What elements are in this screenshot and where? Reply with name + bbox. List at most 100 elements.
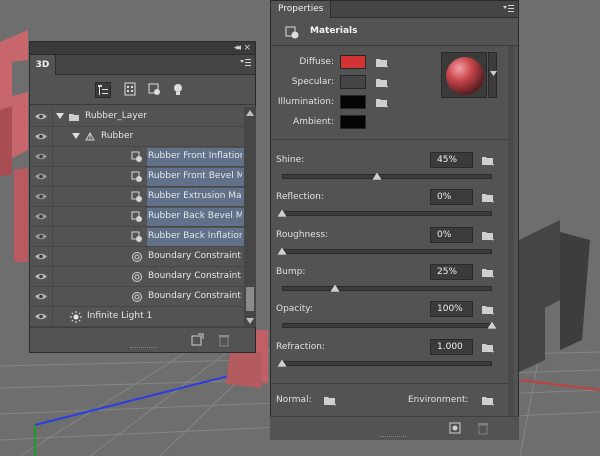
- scroll-up-icon[interactable]: [246, 109, 254, 117]
- slider-thumb[interactable]: [487, 321, 497, 329]
- collapse-panel-button[interactable]: ◂◂: [234, 42, 241, 55]
- property-slider-track[interactable]: [282, 211, 492, 216]
- material-color-swatch[interactable]: [340, 55, 366, 69]
- property-value-field[interactable]: 25%: [430, 264, 473, 280]
- scene-tree-scrollbar[interactable]: [244, 107, 256, 327]
- slider-thumb[interactable]: [329, 284, 340, 292]
- tree-row[interactable]: Rubber: [30, 127, 244, 147]
- tree-row[interactable]: Infinite Light 1: [30, 307, 244, 327]
- visibility-eye-icon[interactable]: [34, 152, 48, 161]
- texture-folder-icon[interactable]: [481, 342, 495, 353]
- tree-row[interactable]: Boundary Constraint 1...: [30, 247, 244, 267]
- folder-icon: [68, 111, 80, 123]
- slider-thumb[interactable]: [277, 209, 287, 217]
- visibility-eye-icon[interactable]: [34, 132, 48, 141]
- tree-row-label: Rubber Front Bevel Ma...: [148, 171, 242, 181]
- properties-tabbar: Properties: [271, 1, 518, 18]
- tree-row[interactable]: Boundary Constraint 2...: [30, 267, 244, 287]
- material-color-swatch[interactable]: [340, 115, 366, 129]
- visibility-eye-icon[interactable]: [34, 212, 48, 221]
- expand-triangle-icon[interactable]: [72, 133, 80, 140]
- expand-triangle-icon[interactable]: [56, 113, 64, 120]
- trash-icon[interactable]: [476, 421, 490, 438]
- material-sphere-icon: [446, 57, 484, 95]
- scroll-down-icon[interactable]: [246, 317, 254, 325]
- panel-resize-grip[interactable]: [380, 436, 406, 439]
- slider-thumb[interactable]: [371, 172, 382, 180]
- property-slider-track[interactable]: [282, 286, 492, 291]
- texture-folder-icon[interactable]: [375, 57, 389, 68]
- light-icon: [70, 311, 82, 323]
- tab-properties[interactable]: Properties: [271, 1, 332, 18]
- visibility-eye-icon[interactable]: [34, 252, 48, 261]
- property-label: Opacity:: [276, 304, 313, 314]
- filter-materials-icon[interactable]: [147, 82, 163, 98]
- property-value-field[interactable]: 100%: [430, 301, 473, 317]
- texture-folder-icon[interactable]: [375, 97, 389, 108]
- material-color-swatch[interactable]: [340, 75, 366, 89]
- visibility-eye-icon[interactable]: [34, 292, 48, 301]
- normal-map-folder-icon[interactable]: [323, 395, 337, 406]
- property-slider-track[interactable]: [282, 174, 492, 179]
- texture-folder-icon[interactable]: [481, 230, 495, 241]
- texture-folder-icon[interactable]: [375, 77, 389, 88]
- tree-row[interactable]: Rubber Back Bevel Mat...: [30, 207, 244, 227]
- panel-3d-titlebar: ◂◂ ×: [30, 42, 255, 55]
- new-object-icon[interactable]: [190, 333, 204, 347]
- texture-folder-icon[interactable]: [481, 304, 495, 315]
- material-color-swatch[interactable]: [340, 95, 366, 109]
- property-slider-track[interactable]: [282, 249, 492, 254]
- row-gutter: [52, 107, 53, 127]
- filter-lights-icon[interactable]: [171, 82, 187, 98]
- property-label: Roughness:: [276, 230, 329, 240]
- material-picker-dropdown[interactable]: [488, 52, 497, 98]
- property-slider-track[interactable]: [282, 323, 492, 328]
- visibility-eye-icon[interactable]: [34, 272, 48, 281]
- slider-thumb[interactable]: [277, 247, 287, 255]
- row-gutter: [52, 307, 53, 327]
- material-preview[interactable]: [441, 52, 487, 98]
- property-value-field[interactable]: 1.000: [430, 339, 473, 355]
- filter-whole-scene-icon[interactable]: [95, 82, 111, 98]
- visibility-eye-icon[interactable]: [34, 232, 48, 241]
- tree-row-label: Rubber: [101, 131, 134, 141]
- tree-row[interactable]: Rubber Extrusion Mate...: [30, 187, 244, 207]
- property-value-field[interactable]: 0%: [430, 227, 473, 243]
- visibility-eye-icon[interactable]: [34, 192, 48, 201]
- bump-texture-icon[interactable]: [481, 267, 495, 278]
- constraint-icon: [131, 251, 143, 263]
- property-value-field[interactable]: 45%: [430, 152, 473, 168]
- tree-row[interactable]: Rubber Front Bevel Ma...: [30, 167, 244, 187]
- row-gutter: [52, 147, 53, 167]
- materials-header: Materials: [271, 18, 518, 46]
- trash-icon[interactable]: [217, 333, 231, 347]
- new-material-icon[interactable]: [448, 421, 462, 438]
- filter-meshes-icon[interactable]: [123, 82, 139, 98]
- property-slider-track[interactable]: [282, 361, 492, 366]
- panel-menu-icon[interactable]: [239, 58, 251, 68]
- scrollbar-thumb[interactable]: [246, 287, 254, 311]
- visibility-eye-icon[interactable]: [34, 172, 48, 181]
- environment-folder-icon[interactable]: [481, 395, 495, 406]
- property-label: Bump:: [276, 267, 306, 277]
- row-gutter: [52, 247, 53, 267]
- row-gutter: [52, 287, 53, 307]
- environment-label: Environment:: [408, 395, 469, 405]
- texture-folder-icon[interactable]: [481, 155, 495, 166]
- properties-scrollbar[interactable]: [505, 46, 517, 416]
- close-panel-button[interactable]: ×: [243, 42, 251, 55]
- row-gutter: [52, 207, 53, 227]
- tree-row[interactable]: Rubber Back Inflation ...: [30, 227, 244, 247]
- visibility-eye-icon[interactable]: [34, 312, 48, 321]
- tree-row[interactable]: Rubber_Layer: [30, 107, 244, 127]
- texture-folder-icon[interactable]: [481, 192, 495, 203]
- properties-menu-icon[interactable]: [502, 4, 514, 14]
- tab-3d[interactable]: 3D: [30, 55, 56, 75]
- panel-resize-grip[interactable]: [130, 347, 156, 350]
- tree-row[interactable]: Boundary Constraint 3...: [30, 287, 244, 307]
- material-color-label: Specular:: [291, 77, 334, 87]
- slider-thumb[interactable]: [277, 359, 287, 367]
- tree-row[interactable]: Rubber Front Inflation ...: [30, 147, 244, 167]
- visibility-eye-icon[interactable]: [34, 112, 48, 121]
- property-value-field[interactable]: 0%: [430, 189, 473, 205]
